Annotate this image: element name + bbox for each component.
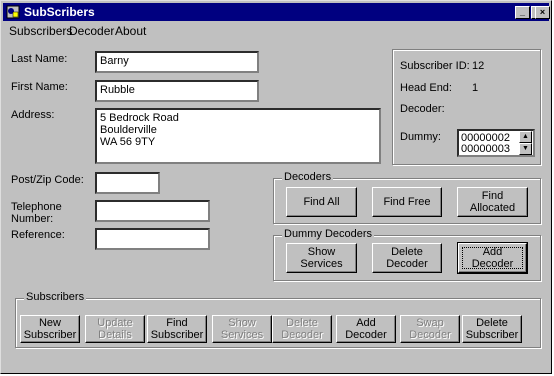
- new-subscriber-button[interactable]: New Subscriber: [20, 315, 80, 343]
- menu-decoder[interactable]: Decoder: [69, 24, 114, 38]
- post-code-label: Post/Zip Code:: [11, 174, 84, 186]
- first-name-field[interactable]: Rubble: [95, 80, 259, 102]
- app-icon: [6, 5, 20, 19]
- decoder-label: Decoder:: [400, 103, 445, 115]
- find-subscriber-button[interactable]: Find Subscriber: [147, 315, 207, 343]
- subscribers-group: Subscribers New Subscriber Update Details…: [15, 291, 541, 348]
- telephone-field[interactable]: [95, 200, 210, 222]
- main-window: SubScribers _ □ × Subscribers Decoder Ab…: [0, 0, 552, 374]
- show-services-label: Show Services: [300, 246, 343, 270]
- add-decoder-label: Add Decoder: [471, 246, 514, 270]
- post-code-field[interactable]: [95, 172, 160, 194]
- dummy-decoders-group-title: Dummy Decoders: [282, 228, 375, 240]
- head-end-label: Head End:: [400, 82, 452, 94]
- head-end-value: 1: [472, 82, 479, 94]
- delete-decoder-sub-label: Delete Decoder: [281, 317, 323, 341]
- add-decoder-sub-label: Add Decoder: [345, 317, 387, 341]
- address-label: Address:: [11, 109, 55, 121]
- subscriber-id-value: 12: [472, 60, 485, 72]
- reference-label: Reference:: [11, 229, 65, 241]
- delete-decoder-label: Delete Decoder: [386, 246, 428, 270]
- swap-decoder-button[interactable]: Swap Decoder: [400, 315, 460, 343]
- title-bar[interactable]: SubScribers _ □: [3, 3, 549, 21]
- delete-subscriber-label: Delete Subscriber: [465, 317, 519, 341]
- reference-field[interactable]: [95, 228, 210, 250]
- decoders-group: Decoders Find All Find Free Find Allocat…: [273, 171, 541, 224]
- close-button[interactable]: ×: [535, 6, 550, 19]
- dummy-decoders-group: Dummy Decoders Show Services Delete Deco…: [273, 228, 541, 281]
- add-decoder-button[interactable]: Add Decoder: [457, 242, 528, 274]
- menu-about[interactable]: About: [115, 24, 146, 38]
- find-allocated-button[interactable]: Find Allocated: [457, 187, 528, 217]
- find-allocated-label: Find Allocated: [469, 190, 516, 214]
- delete-decoder-button[interactable]: Delete Decoder: [372, 243, 442, 273]
- find-subscriber-label: Find Subscriber: [150, 317, 204, 341]
- dummy-value-2: 00000003: [461, 143, 510, 155]
- window-title: SubScribers: [24, 5, 95, 19]
- find-all-button[interactable]: Find All: [286, 187, 357, 217]
- last-name-label: Last Name:: [11, 53, 68, 65]
- find-all-label: Find All: [303, 196, 340, 208]
- show-services-sub-button[interactable]: Show Services: [212, 315, 272, 343]
- menu-subscribers[interactable]: Subscribers: [9, 24, 72, 38]
- new-subscriber-label: New Subscriber: [23, 317, 77, 341]
- update-details-button[interactable]: Update Details: [85, 315, 145, 343]
- delete-decoder-sub-button[interactable]: Delete Decoder: [272, 315, 332, 343]
- first-name-label: First Name:: [11, 81, 68, 93]
- telephone-label: Telephone Number:: [11, 201, 62, 225]
- spin-up-icon[interactable]: ▲: [519, 131, 532, 143]
- minimize-button[interactable]: _: [515, 6, 530, 19]
- find-free-button[interactable]: Find Free: [372, 187, 442, 217]
- spin-down-icon[interactable]: ▼: [519, 143, 532, 155]
- delete-subscriber-button[interactable]: Delete Subscriber: [462, 315, 522, 343]
- add-decoder-sub-button[interactable]: Add Decoder: [336, 315, 396, 343]
- swap-decoder-label: Swap Decoder: [409, 317, 451, 341]
- subscriber-id-label: Subscriber ID:: [400, 60, 470, 72]
- subscriber-info-box: Subscriber ID: 12 Head End: 1 Decoder: D…: [392, 49, 541, 165]
- show-services-button[interactable]: Show Services: [286, 243, 357, 273]
- subscribers-group-title: Subscribers: [24, 291, 87, 303]
- update-details-label: Update Details: [97, 317, 133, 341]
- address-field[interactable]: 5 Bedrock Road Boulderville WA 56 9TY: [95, 108, 381, 164]
- menu-bar: Subscribers Decoder About: [3, 22, 549, 40]
- show-services-sub-label: Show Services: [220, 317, 264, 341]
- last-name-field[interactable]: Barny: [95, 51, 259, 73]
- decoders-group-title: Decoders: [282, 171, 334, 183]
- find-free-label: Find Free: [383, 196, 431, 208]
- dummy-label: Dummy:: [400, 131, 441, 143]
- dummy-spinner[interactable]: 00000002 00000003 ▲ ▼: [457, 129, 535, 157]
